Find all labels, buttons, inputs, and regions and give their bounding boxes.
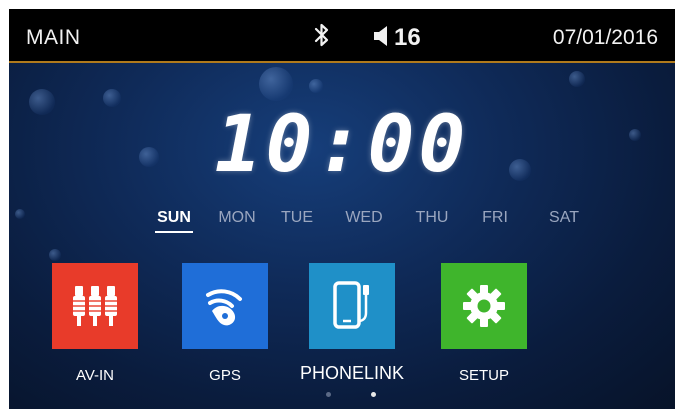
- status-bar: MAIN 16 07/01/2016: [9, 9, 675, 63]
- app-phonelink[interactable]: PHONELINK: [300, 263, 404, 383]
- volume-level: 16: [394, 24, 421, 51]
- navigation-signal-icon: [206, 289, 242, 326]
- phonelink-tile[interactable]: [309, 263, 395, 349]
- gear-icon: [463, 285, 505, 327]
- av-in-tile[interactable]: [52, 263, 138, 349]
- app-av-in[interactable]: AV-IN: [52, 263, 138, 384]
- app-gps[interactable]: GPS: [182, 263, 268, 384]
- gps-tile[interactable]: [182, 263, 268, 349]
- phone-link-icon: [333, 281, 369, 329]
- day-wed: WED: [345, 209, 383, 226]
- bluetooth-icon: [314, 23, 329, 47]
- page-dot[interactable]: [371, 392, 376, 397]
- setup-label: SETUP: [458, 367, 509, 384]
- main-screen: MAIN 16 07/01/2016 10:00 SUN MON TUE WED THU…: [9, 9, 675, 409]
- page-indicator: [9, 392, 675, 402]
- app-setup[interactable]: SETUP: [441, 263, 527, 384]
- screen-title: MAIN: [26, 26, 81, 49]
- date-display: 07/01/2016: [552, 26, 658, 49]
- day-sat: SAT: [549, 209, 579, 226]
- day-sun: SUN: [149, 209, 199, 233]
- setup-tile[interactable]: [441, 263, 527, 349]
- weekday-row: SUN MON TUE WED THU FRI SAT: [149, 209, 589, 239]
- day-thu: THU: [415, 209, 449, 226]
- day-mon: MON: [218, 209, 256, 226]
- page-dot[interactable]: [326, 392, 331, 397]
- day-tue: TUE: [281, 209, 313, 226]
- clock-time: 10:00: [214, 100, 470, 190]
- speaker-icon[interactable]: [372, 25, 392, 47]
- day-fri: FRI: [482, 209, 508, 226]
- rca-jack-icon: [73, 286, 117, 326]
